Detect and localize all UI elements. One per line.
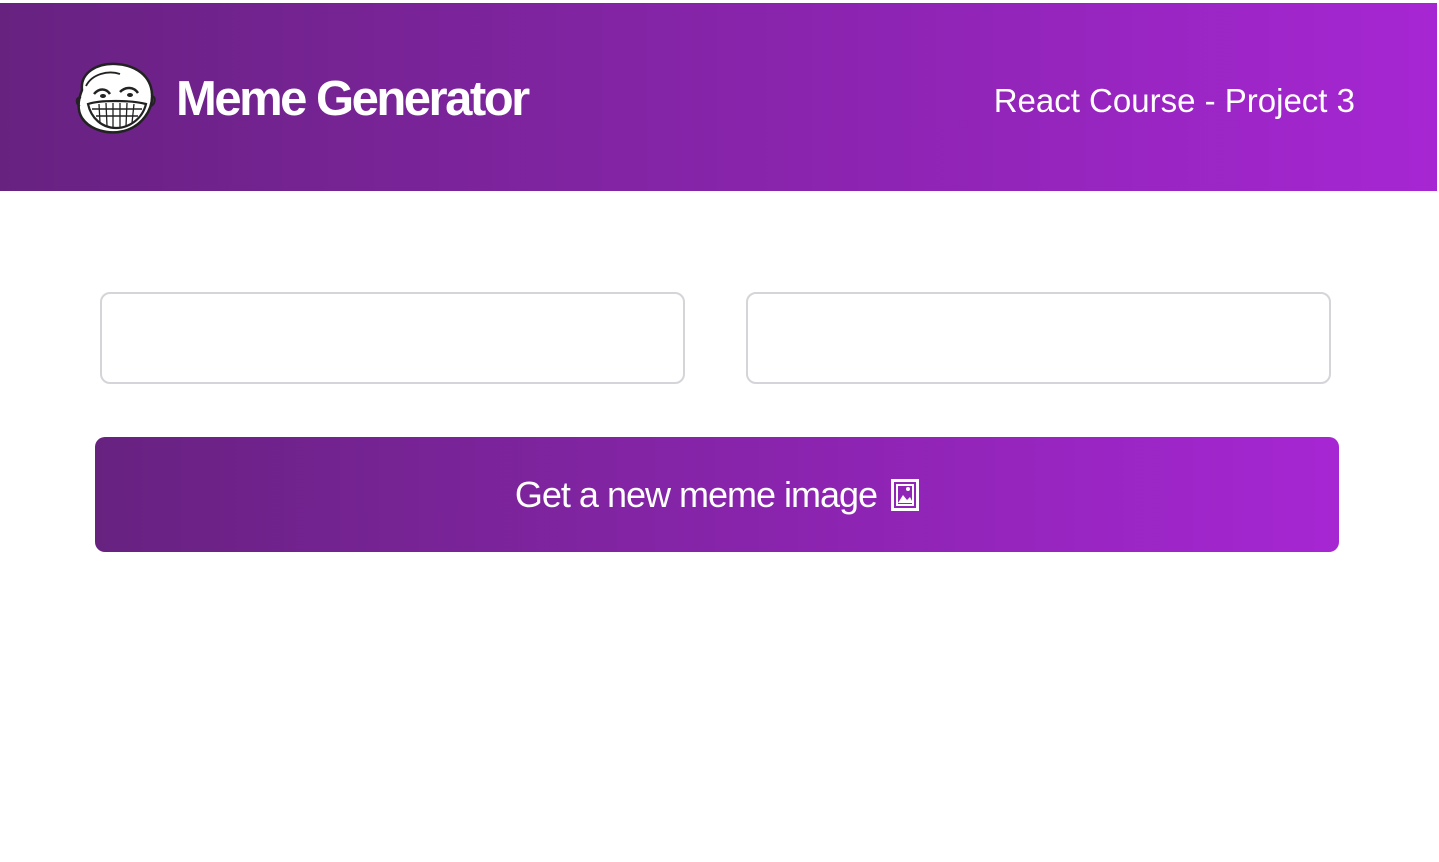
get-new-meme-label: Get a new meme image bbox=[514, 473, 878, 515]
troll-face-icon bbox=[72, 60, 156, 136]
meme-form: Get a new meme image bbox=[0, 191, 1439, 862]
top-text-input[interactable] bbox=[100, 292, 685, 384]
app-title: Meme Generator bbox=[176, 72, 530, 126]
app-subtitle: React Course - Project 3 bbox=[993, 82, 1355, 119]
get-new-meme-button[interactable]: Get a new meme image bbox=[95, 437, 1339, 552]
app-header: Meme Generator React Course - Project 3 bbox=[0, 3, 1437, 191]
bottom-text-input[interactable] bbox=[746, 292, 1331, 384]
framed-picture-icon bbox=[891, 478, 920, 511]
